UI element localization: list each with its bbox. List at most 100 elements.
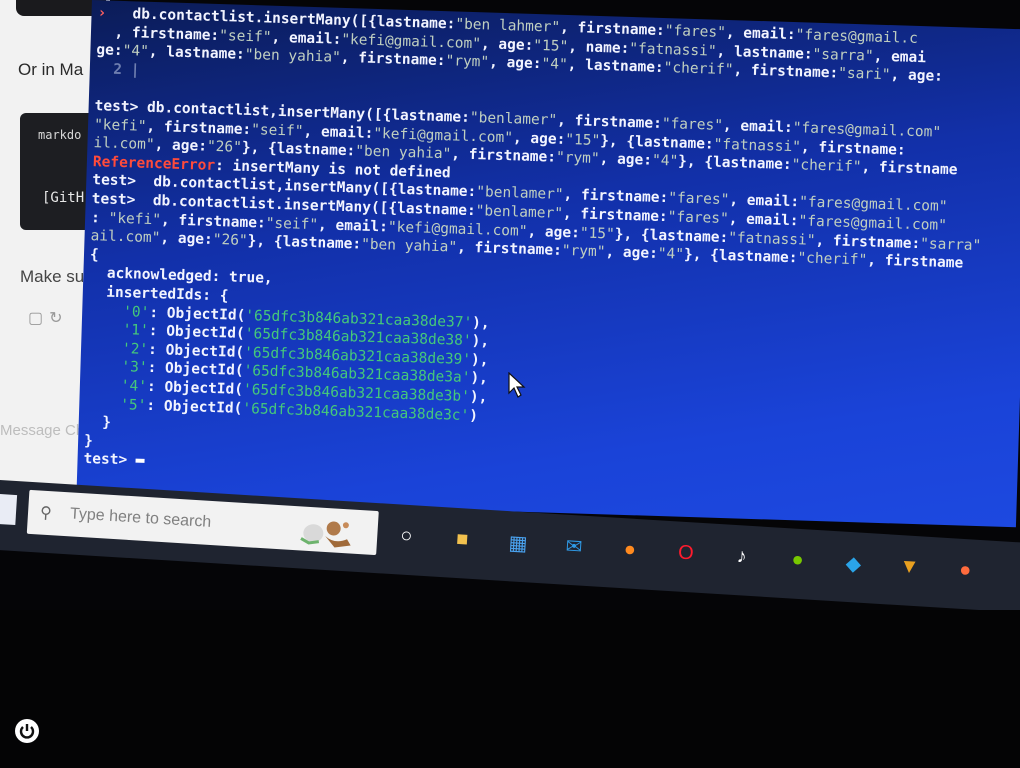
terminal-token: ail.com": [90, 228, 161, 247]
start-button[interactable]: [0, 493, 18, 526]
terminal-cursor: [135, 458, 145, 464]
terminal-token: ): [469, 407, 479, 424]
terminal-token: , email:: [303, 123, 374, 142]
terminal-token: }, {lastname:: [599, 132, 714, 153]
mail-icon[interactable]: ✉: [556, 528, 592, 564]
terminal-token: "kefi": [108, 210, 162, 228]
terminal-token: "rym": [561, 243, 606, 261]
terminal-line: }: [84, 413, 111, 432]
terminal-token: "fares@gmail.c: [795, 27, 919, 47]
terminal-token: , email:: [725, 24, 796, 44]
microsoft-store-icon[interactable]: ▦: [500, 525, 536, 561]
terminal-token: : ObjectId(: [147, 341, 245, 361]
terminal-token: , age:: [599, 151, 653, 169]
terminal-token: '4': [120, 378, 148, 395]
opera-icon[interactable]: O: [668, 535, 704, 571]
taskbar-search-box[interactable]: ⚲ Type here to search: [26, 489, 379, 556]
browser-text-or: Or in Ma: [18, 60, 84, 79]
terminal-token: "4": [651, 152, 679, 170]
app-icon[interactable]: ◆: [836, 545, 872, 581]
mouse-pointer-icon: [508, 372, 526, 398]
terminal-token: , firstname:: [556, 112, 663, 132]
terminal-token: "benlamer": [475, 184, 564, 204]
terminal-token: '2': [121, 340, 149, 358]
terminal-token: "benlamer": [475, 203, 564, 222]
power-icon[interactable]: [14, 718, 40, 744]
terminal-token: "sarra": [919, 235, 982, 254]
message-input-placeholder[interactable]: Message Ch: [0, 422, 84, 439]
terminal-token: }, {lastname:: [683, 246, 798, 267]
firefox-icon[interactable]: ●: [612, 532, 648, 568]
terminal-line: {: [90, 246, 99, 265]
terminal-token: "ben yahia": [355, 143, 452, 163]
terminal-token: , firstname:: [456, 239, 563, 260]
terminal-token: , lastname:: [148, 44, 246, 64]
terminal-token: '3': [121, 359, 148, 377]
terminal-token: "fatnassi": [713, 136, 802, 155]
terminal-line: test>: [83, 450, 145, 470]
terminal-token: , firstname:: [559, 19, 666, 40]
terminal-token: 2 |: [95, 60, 140, 79]
terminal-token: , email:: [271, 29, 342, 48]
terminal-token: "fatnassi": [727, 229, 816, 249]
terminal-token: "sarra": [812, 46, 874, 65]
terminal-token: , age:: [605, 244, 659, 263]
terminal-token: "26": [206, 138, 243, 156]
terminal-token: , firstname:: [562, 205, 668, 226]
terminal-token: , name:: [567, 38, 630, 57]
task-view-icon[interactable]: ○: [388, 518, 424, 554]
terminal-token: , firstname:: [815, 232, 921, 252]
terminal-token: il.com": [93, 135, 155, 154]
terminal-token: "benlamer": [469, 109, 558, 129]
terminal-token: , firstname:: [451, 146, 557, 166]
copy-refresh-icons[interactable]: ▢↻: [28, 308, 69, 328]
terminal-token: }, {lastname:: [247, 233, 362, 253]
terminal-token: "rym": [445, 53, 490, 71]
terminal-token: "4": [657, 246, 685, 263]
search-icon: ⚲: [39, 504, 53, 523]
terminal-token: ),: [471, 314, 490, 332]
terminal-token: , age:: [480, 35, 534, 54]
mongosh-terminal[interactable]: › db.contactlist.insertMany([{lastname:"…: [76, 0, 1020, 528]
terminal-token: , emai: [873, 48, 927, 66]
terminal-token: "cherif": [797, 250, 868, 269]
terminal-token: , email:: [722, 117, 793, 137]
duolingo-icon[interactable]: ●: [780, 542, 816, 578]
medal-icon[interactable]: ▼: [891, 549, 927, 585]
terminal-token: , lastname:: [567, 57, 664, 77]
terminal-token: "fares": [664, 23, 727, 41]
terminal-token: ReferenceError: [92, 153, 216, 174]
terminal-token: "4": [122, 43, 150, 60]
terminal-token: ge:: [96, 42, 123, 60]
terminal-token: "seif": [265, 215, 319, 233]
terminal-token: , firstname: [866, 252, 964, 272]
terminal-token: '1': [122, 322, 150, 340]
terminal-token: , age:: [160, 230, 214, 249]
refresh-icon[interactable]: ↻: [49, 310, 68, 327]
app-icon[interactable]: ●: [947, 552, 983, 588]
terminal-token: "fares": [661, 115, 724, 134]
terminal-token: , age:: [154, 137, 208, 155]
tiktok-icon[interactable]: ♪: [724, 538, 760, 574]
markdown-label: markdo: [38, 128, 82, 142]
terminal-token: {: [89, 246, 99, 264]
terminal-token: , firstname: [861, 159, 958, 179]
terminal-token: ›: [97, 5, 116, 22]
terminal-token: , age:: [512, 129, 566, 148]
copy-icon[interactable]: ▢: [28, 310, 49, 327]
terminal-token: "seif": [250, 121, 304, 140]
file-explorer-icon[interactable]: ■: [444, 521, 480, 557]
terminal-token: ),: [471, 333, 490, 350]
terminal-token: :: [90, 209, 109, 227]
terminal-token: , email:: [317, 216, 389, 235]
terminal-token: "cherif": [791, 157, 862, 176]
terminal-token: , age:: [890, 67, 944, 85]
terminal-token: , firstname:: [340, 50, 446, 70]
terminal-token: test>: [83, 451, 128, 469]
search-placeholder: Type here to search: [69, 505, 212, 531]
terminal-token: "kefi": [93, 116, 147, 135]
